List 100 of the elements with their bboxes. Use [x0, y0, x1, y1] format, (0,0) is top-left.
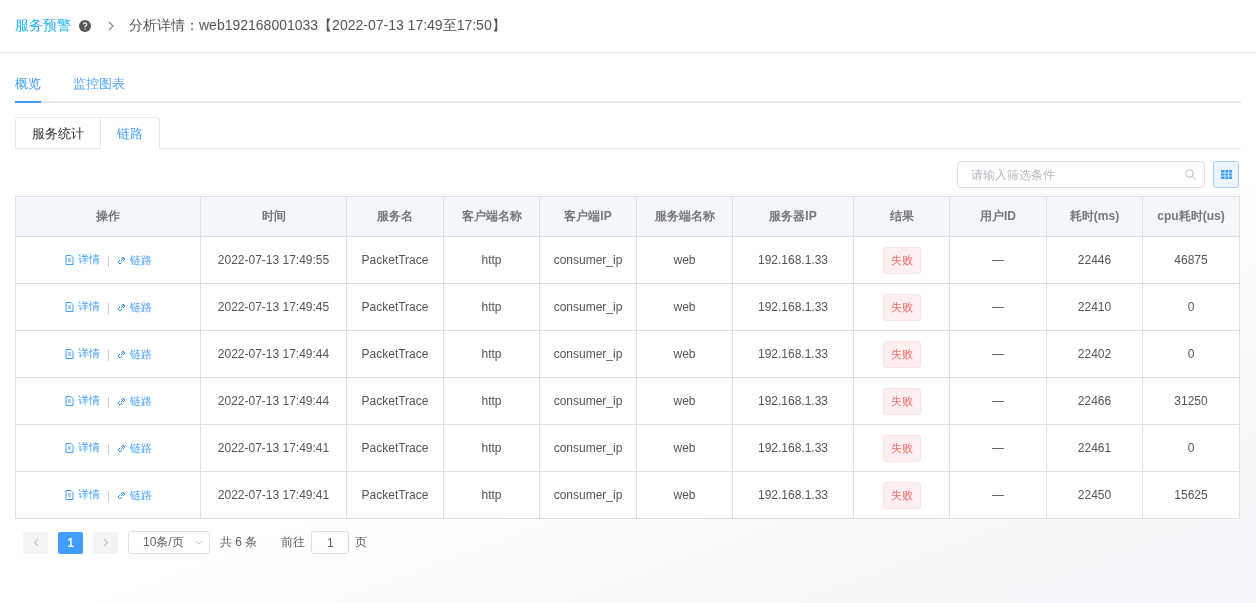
- details-link[interactable]: 详情: [64, 252, 100, 268]
- table-cell: http: [443, 330, 540, 378]
- link-icon: [116, 302, 126, 312]
- table-cell: 192.168.1.33: [732, 424, 854, 472]
- status-tag: 失败: [882, 481, 921, 509]
- trace-link[interactable]: 链路: [116, 346, 152, 362]
- table-cell: consumer_ip: [539, 377, 637, 425]
- page-input[interactable]: 1: [311, 531, 350, 554]
- breadcrumb-link[interactable]: 服务预警: [15, 17, 71, 35]
- table-cell: http: [443, 424, 540, 472]
- details-link[interactable]: 详情: [64, 346, 100, 362]
- trace-link[interactable]: 链路: [116, 487, 152, 503]
- table-cell: consumer_ip: [539, 471, 637, 519]
- page-size-select[interactable]: 10条/页: [128, 531, 210, 554]
- table-cell: 2022-07-13 17:49:45: [200, 283, 347, 331]
- page-button[interactable]: 1: [58, 531, 83, 554]
- table-cell: 192.168.1.33: [732, 330, 854, 378]
- table-cell: 0: [1142, 424, 1240, 472]
- document-icon: [64, 395, 74, 406]
- link-icon: [116, 396, 126, 406]
- table-cell: http: [443, 236, 540, 284]
- status-tag: 失败: [882, 340, 921, 368]
- table-cell: —: [949, 283, 1047, 331]
- next-page-button[interactable]: [93, 531, 118, 554]
- table-cell: 31250: [1142, 377, 1240, 425]
- table-cell: PacketTrace: [346, 424, 444, 472]
- chevron-right-icon: [107, 21, 115, 31]
- table-cell: web: [636, 236, 733, 284]
- table-cell: 46875: [1142, 236, 1240, 284]
- table-cell: 15625: [1142, 471, 1240, 519]
- table-cell: PacketTrace: [346, 236, 444, 284]
- details-link[interactable]: 详情: [64, 393, 100, 409]
- table-cell: 22446: [1046, 236, 1143, 284]
- link-icon: [116, 349, 126, 359]
- tab[interactable]: 服务统计: [15, 117, 101, 149]
- table-cell: 2022-07-13 17:49:41: [200, 471, 347, 519]
- details-link[interactable]: 详情: [64, 487, 100, 503]
- table-cell: consumer_ip: [539, 283, 637, 331]
- table-cell: web: [636, 330, 733, 378]
- tab[interactable]: 概览: [15, 75, 41, 103]
- chevron-right-icon: [102, 538, 109, 547]
- status-tag: 失败: [882, 293, 921, 321]
- table-cell: —: [949, 377, 1047, 425]
- table-cell: 2022-07-13 17:49:44: [200, 377, 347, 425]
- trace-link[interactable]: 链路: [116, 252, 152, 268]
- table-cell: web: [636, 377, 733, 425]
- column-header: cpu耗时(us): [1142, 196, 1240, 237]
- trace-link[interactable]: 链路: [116, 299, 152, 315]
- details-link[interactable]: 详情: [64, 440, 100, 456]
- goto-label: 前往: [281, 534, 306, 551]
- previous-page-button[interactable]: [23, 531, 48, 554]
- table-cell: consumer_ip: [539, 236, 637, 284]
- table-cell: 22461: [1046, 424, 1143, 472]
- page-title: 分析详情：web192168001033【2022-07-13 17:49至17:50】: [129, 17, 506, 35]
- table-cell: 192.168.1.33: [732, 377, 854, 425]
- table-cell: web: [636, 471, 733, 519]
- status-tag: 失败: [882, 387, 921, 415]
- help-icon: [79, 20, 91, 32]
- trace-link[interactable]: 链路: [116, 440, 152, 456]
- table-cell: 192.168.1.33: [732, 283, 854, 331]
- table-cell: PacketTrace: [346, 330, 444, 378]
- table-view-button[interactable]: [1213, 161, 1239, 188]
- table-cell: 22450: [1046, 471, 1143, 519]
- tab[interactable]: 链路: [101, 117, 160, 149]
- document-icon: [64, 442, 74, 453]
- table-cell: 192.168.1.33: [732, 236, 854, 284]
- column-header: 用户ID: [949, 196, 1047, 237]
- trace-link[interactable]: 链路: [116, 393, 152, 409]
- details-link[interactable]: 详情: [64, 299, 100, 315]
- column-header: 时间: [200, 196, 347, 237]
- table-cell: 0: [1142, 283, 1240, 331]
- table-cell: —: [949, 236, 1047, 284]
- search-field[interactable]: 请输入筛选条件: [957, 161, 1205, 188]
- table-cell: http: [443, 283, 540, 331]
- column-header: 客户端名称: [443, 196, 540, 237]
- column-header: 客户端IP: [539, 196, 637, 237]
- column-header: 服务器IP: [732, 196, 854, 237]
- page-suffix: 页: [355, 534, 368, 551]
- document-icon: [64, 348, 74, 359]
- table-cell: —: [949, 330, 1047, 378]
- link-icon: [116, 490, 126, 500]
- table-icon: [1220, 170, 1232, 179]
- status-tag: 失败: [882, 246, 921, 274]
- table-cell: —: [949, 424, 1047, 472]
- table-cell: 22466: [1046, 377, 1143, 425]
- table-cell: consumer_ip: [539, 330, 637, 378]
- table-cell: consumer_ip: [539, 424, 637, 472]
- table-cell: 192.168.1.33: [732, 471, 854, 519]
- column-header: 服务名: [346, 196, 444, 237]
- total-count: 共 6 条: [220, 534, 258, 551]
- table-cell: —: [949, 471, 1047, 519]
- document-icon: [64, 489, 74, 500]
- tab[interactable]: 监控图表: [73, 75, 125, 103]
- table-cell: web: [636, 424, 733, 472]
- link-icon: [116, 443, 126, 453]
- table-cell: PacketTrace: [346, 377, 444, 425]
- search-icon: [1185, 169, 1196, 180]
- table-cell: 2022-07-13 17:49:44: [200, 330, 347, 378]
- table-cell: 0: [1142, 330, 1240, 378]
- caret-icon: [195, 540, 203, 545]
